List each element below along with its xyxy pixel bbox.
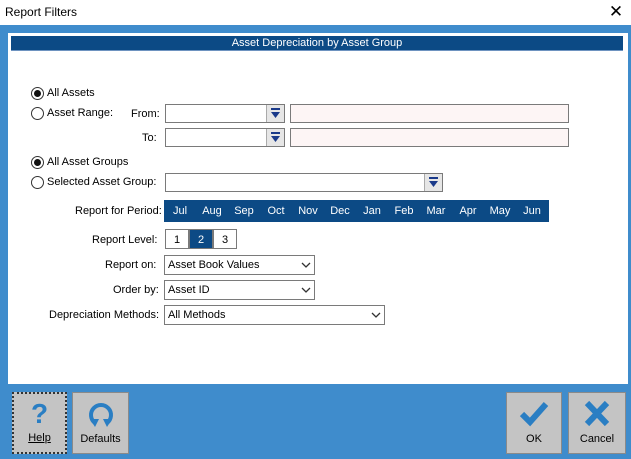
month-jun[interactable]: Jun: [516, 200, 548, 222]
all-assets-label[interactable]: All Assets: [47, 87, 95, 99]
all-asset-groups-label[interactable]: All Asset Groups: [47, 156, 128, 168]
all-asset-groups-radio[interactable]: [31, 156, 44, 169]
help-button[interactable]: ? Help: [12, 392, 67, 454]
month-apr[interactable]: Apr: [452, 200, 484, 222]
asset-range-radio[interactable]: [31, 107, 44, 120]
all-assets-radio[interactable]: [31, 87, 44, 100]
level-option-2[interactable]: 2: [189, 229, 213, 249]
month-oct[interactable]: Oct: [260, 200, 292, 222]
asset-from-dropdown-button[interactable]: [266, 105, 284, 122]
report-on-select[interactable]: Asset Book Values: [164, 255, 315, 275]
month-aug[interactable]: Aug: [196, 200, 228, 222]
window-title: Report Filters: [5, 5, 78, 19]
asset-range-label[interactable]: Asset Range:: [47, 107, 113, 119]
cancel-button[interactable]: Cancel: [568, 392, 626, 454]
question-icon: ?: [30, 398, 49, 429]
dropdown-icon: [271, 132, 280, 142]
defaults-button[interactable]: Defaults: [72, 392, 129, 454]
order-by-select[interactable]: Asset ID: [164, 280, 315, 300]
asset-to-combo[interactable]: [165, 128, 285, 147]
month-nov[interactable]: Nov: [292, 200, 324, 222]
asset-group-dropdown-button[interactable]: [424, 174, 442, 191]
month-may[interactable]: May: [484, 200, 516, 222]
order-by-value: Asset ID: [168, 284, 210, 296]
ok-button[interactable]: OK: [506, 392, 562, 454]
asset-from-description: [290, 104, 569, 123]
level-option-1[interactable]: 1: [165, 229, 189, 249]
checkmark-icon: [507, 399, 561, 432]
title-bar: Report Filters ✕: [0, 0, 631, 24]
report-header: Asset Depreciation by Asset Group: [11, 36, 623, 51]
depreciation-methods-value: All Methods: [168, 309, 226, 321]
asset-to-description: [290, 128, 569, 147]
asset-from-combo[interactable]: [165, 104, 285, 123]
dropdown-icon: [271, 108, 280, 118]
period-label: Report for Period:: [75, 205, 162, 217]
report-on-label: Report on:: [105, 259, 157, 271]
refresh-icon: [73, 399, 128, 432]
filter-panel: Asset Depreciation by Asset Group All As…: [8, 33, 628, 384]
order-by-label: Order by:: [113, 284, 159, 296]
month-jul[interactable]: Jul: [164, 200, 196, 222]
report-on-value: Asset Book Values: [168, 259, 260, 271]
chevron-down-icon: [301, 281, 311, 305]
asset-group-combo[interactable]: [165, 173, 443, 192]
from-label: From:: [131, 108, 160, 120]
cancel-button-label: Cancel: [579, 433, 615, 445]
level-option-3[interactable]: 3: [213, 229, 237, 249]
chevron-down-icon: [301, 256, 311, 280]
selected-asset-group-label[interactable]: Selected Asset Group:: [47, 176, 156, 188]
dropdown-icon: [429, 177, 438, 187]
month-mar[interactable]: Mar: [420, 200, 452, 222]
cross-icon: [569, 399, 625, 432]
chevron-down-icon: [371, 306, 381, 330]
to-label: To:: [142, 132, 157, 144]
report-level-label: Report Level:: [92, 234, 158, 246]
depreciation-methods-label: Depreciation Methods:: [49, 309, 160, 321]
month-sep[interactable]: Sep: [228, 200, 260, 222]
month-jan[interactable]: Jan: [356, 200, 388, 222]
defaults-button-label: Defaults: [80, 433, 121, 445]
dialog-frame: Asset Depreciation by Asset Group All As…: [0, 25, 631, 459]
close-icon[interactable]: ✕: [605, 1, 627, 23]
month-dec[interactable]: Dec: [324, 200, 356, 222]
ok-button-label: OK: [526, 433, 542, 445]
help-button-label: Help: [28, 432, 51, 444]
selected-asset-group-radio[interactable]: [31, 176, 44, 189]
month-feb[interactable]: Feb: [388, 200, 420, 222]
period-selector: Jul Aug Sep Oct Nov Dec Jan Feb Mar Apr …: [164, 200, 549, 222]
depreciation-methods-select[interactable]: All Methods: [164, 305, 385, 325]
asset-to-dropdown-button[interactable]: [266, 129, 284, 146]
